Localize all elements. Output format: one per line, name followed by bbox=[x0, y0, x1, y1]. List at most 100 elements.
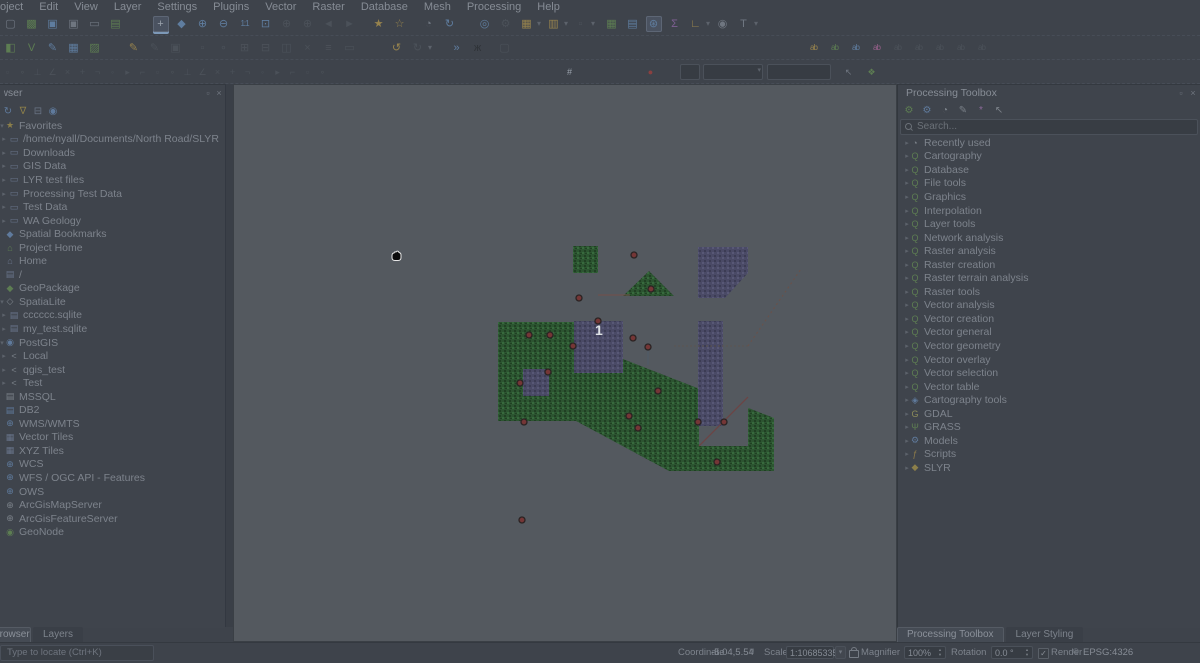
browser-item-downloads[interactable]: ▸▭Downloads bbox=[0, 146, 222, 160]
map-tips-icon[interactable]: ◉ bbox=[715, 16, 731, 32]
vertex-tool-icon[interactable]: ⊞ bbox=[237, 40, 253, 56]
browser-item-cccccc-sqlite[interactable]: ▸▤cccccc.sqlite bbox=[0, 309, 222, 323]
toolbox-item-vector-analysis[interactable]: ▸QVector analysis bbox=[898, 299, 1198, 313]
text-annotation-icon[interactable]: T bbox=[736, 16, 752, 32]
open-attribute-table-icon[interactable]: ▦ bbox=[604, 16, 620, 32]
data-source-manager-icon[interactable]: ◧ bbox=[3, 40, 19, 56]
browser-item-xyz-tiles[interactable]: ▦XYZ Tiles bbox=[0, 444, 222, 458]
paste-features-icon[interactable]: ▭ bbox=[342, 40, 358, 56]
expand-arrow-icon[interactable]: ▸ bbox=[0, 176, 8, 184]
scale-combo[interactable]: 1:10685335 bbox=[786, 646, 834, 659]
add-feature-icon[interactable]: ▫ bbox=[195, 40, 211, 56]
magnifier-spinbox[interactable]: 100% ▴▾ bbox=[904, 646, 946, 659]
measure-icon[interactable]: ∟ bbox=[688, 16, 704, 32]
browser-item-processing-test-data[interactable]: ▸▭Processing Test Data bbox=[0, 187, 222, 201]
expand-arrow-icon[interactable]: ▸ bbox=[0, 162, 8, 170]
browser-item-qgis-test[interactable]: ▸<qgis_test bbox=[0, 363, 222, 377]
new-project-icon[interactable]: ▢ bbox=[3, 16, 19, 32]
lock-scale-icon[interactable] bbox=[849, 650, 859, 658]
annotation-extra2-icon[interactable]: ∘ bbox=[317, 64, 329, 80]
browser-item-spatialite[interactable]: ▾◇SpatiaLite bbox=[0, 295, 222, 309]
run-feature-action-icon[interactable]: ⚙ bbox=[498, 16, 514, 32]
new-geopackage-layer-icon[interactable]: ✎ bbox=[45, 40, 61, 56]
toolbox-item-vector-selection[interactable]: ▸QVector selection bbox=[898, 366, 1198, 380]
highlight-labels-icon[interactable]: ab bbox=[869, 40, 885, 56]
callout-label-icon[interactable]: ab bbox=[974, 40, 990, 56]
digitize-z-icon[interactable]: ⊥ bbox=[182, 64, 194, 80]
browser-item-project-home[interactable]: ⌂Project Home bbox=[0, 241, 222, 255]
zoom-last-icon[interactable]: ◄ bbox=[321, 16, 337, 32]
zoom-native-icon[interactable]: 1:1 bbox=[237, 16, 253, 32]
plugin-colorful-icon[interactable]: ❖ bbox=[866, 64, 878, 80]
add-vector-layer-icon[interactable]: V bbox=[24, 40, 40, 56]
toolbox-item-network-analysis[interactable]: ▸QNetwork analysis bbox=[898, 231, 1198, 245]
browser-item-my-test-sqlite[interactable]: ▸▤my_test.sqlite bbox=[0, 322, 222, 336]
select-by-value-dropdown[interactable]: ▾ bbox=[562, 16, 570, 32]
expand-arrow-icon[interactable]: ▸ bbox=[0, 311, 8, 319]
toolbox-float-icon[interactable]: ▫ bbox=[1176, 88, 1186, 98]
zoom-next-icon[interactable]: ► bbox=[342, 16, 358, 32]
cad-parallel-icon[interactable]: ⊥ bbox=[32, 64, 44, 80]
select-by-value-icon[interactable]: ▥ bbox=[546, 16, 562, 32]
undo-dropdown[interactable]: ▾ bbox=[426, 40, 434, 56]
tab-browser[interactable]: Browser bbox=[0, 627, 31, 642]
toolbox-models-icon[interactable]: ⚙ bbox=[921, 105, 933, 117]
browser-filter-icon[interactable]: ∇ bbox=[17, 106, 29, 118]
toolbox-item-layer-tools[interactable]: ▸QLayer tools bbox=[898, 217, 1198, 231]
deselect-dropdown[interactable]: ▾ bbox=[589, 16, 597, 32]
mouse-position-icon[interactable]: ¤ bbox=[749, 646, 755, 657]
pan-map-icon[interactable]: + bbox=[153, 16, 169, 32]
save-project-as-icon[interactable]: ▣ bbox=[66, 16, 82, 32]
toolbox-item-scripts[interactable]: ▸ƒScripts bbox=[898, 448, 1198, 462]
toolbox-item-vector-general[interactable]: ▸QVector general bbox=[898, 326, 1198, 340]
temporal-controller-icon[interactable]: ◔ bbox=[421, 16, 437, 32]
expand-arrow-icon[interactable]: ▸ bbox=[0, 149, 8, 157]
toolbox-item-raster-terrain-analysis[interactable]: ▸QRaster terrain analysis bbox=[898, 271, 1198, 285]
toolbox-search-input[interactable]: Search... bbox=[900, 119, 1198, 135]
toolbox-results-icon[interactable]: * bbox=[975, 105, 987, 117]
coordinate-value[interactable]: -5.04,5.54 bbox=[711, 647, 754, 658]
toolbox-close-icon[interactable]: × bbox=[1188, 88, 1198, 98]
render-checkbox[interactable]: ✓ bbox=[1038, 648, 1049, 659]
toolbox-locate-icon[interactable]: ↖ bbox=[993, 105, 1005, 117]
tab-layers[interactable]: Layers bbox=[33, 627, 83, 642]
scale-dropdown-icon[interactable]: ▾ bbox=[835, 646, 846, 659]
browser-float-icon[interactable]: ▫ bbox=[203, 88, 213, 98]
toolbox-item-recently-used[interactable]: ▸◔Recently used bbox=[898, 136, 1198, 150]
regular-polygon-icon[interactable]: ⌐ bbox=[287, 64, 299, 80]
browser-item-vector-tiles[interactable]: ▦Vector Tiles bbox=[0, 431, 222, 445]
pin-labels-icon[interactable]: ab bbox=[848, 40, 864, 56]
annotation-extra-icon[interactable]: ▫ bbox=[302, 64, 314, 80]
browser-refresh-icon[interactable]: ↻ bbox=[2, 106, 14, 118]
redo-icon[interactable]: ↻ bbox=[410, 40, 426, 56]
circle-3p-icon[interactable]: ¬ bbox=[242, 64, 254, 80]
tab-layer-styling[interactable]: Layer Styling bbox=[1006, 627, 1084, 642]
tool-value-input[interactable] bbox=[767, 64, 831, 80]
attribute-table-dock-icon[interactable]: ▤ bbox=[625, 16, 641, 32]
spinner-arrows-icon[interactable]: ▴▾ bbox=[1023, 647, 1031, 657]
tab-processing-toolbox[interactable]: Processing Toolbox bbox=[897, 627, 1004, 642]
expand-arrow-icon[interactable]: ▸ bbox=[0, 379, 8, 387]
layer-labeling-icon[interactable]: ab bbox=[806, 40, 822, 56]
zoom-to-selection-icon[interactable]: ⊕ bbox=[279, 16, 295, 32]
pointer-capture-icon[interactable]: ↖ bbox=[843, 64, 855, 80]
browser-item-arcgismapserver[interactable]: ⊕ArcGisMapServer bbox=[0, 498, 222, 512]
browser-item-wms-wmts[interactable]: ⊕WMS/WMTS bbox=[0, 417, 222, 431]
crs-value[interactable]: EPSG:4326 bbox=[1083, 647, 1133, 658]
browser-item-home[interactable]: ⌂Home bbox=[0, 254, 222, 268]
browser-item-mssql[interactable]: ▤MSSQL bbox=[0, 390, 222, 404]
browser-item-geonode[interactable]: ◉GeoNode bbox=[0, 525, 222, 539]
toolbox-item-file-tools[interactable]: ▸QFile tools bbox=[898, 177, 1198, 191]
tool-mini-combo[interactable] bbox=[680, 64, 700, 80]
browser-item-db2[interactable]: ▤DB2 bbox=[0, 403, 222, 417]
range-select-icon[interactable]: ∠ bbox=[197, 64, 209, 80]
copy-features-icon[interactable]: ≡ bbox=[321, 40, 337, 56]
browser-item-home-nyall-documents-north-road-slyr[interactable]: ▸▭/home/nyall/Documents/North Road/SLYR bbox=[0, 133, 222, 147]
browser-item-wa-geology[interactable]: ▸▭WA Geology bbox=[0, 214, 222, 228]
expand-arrow-icon[interactable]: ▸ bbox=[0, 325, 8, 333]
save-edits-icon[interactable]: ▣ bbox=[168, 40, 184, 56]
browser-collapse-icon[interactable]: ⊟ bbox=[32, 106, 44, 118]
rectangle-icon[interactable]: ▸ bbox=[272, 64, 284, 80]
modify-attributes-icon[interactable]: ⊟ bbox=[258, 40, 274, 56]
snap-tolerance-icon[interactable]: ⌐ bbox=[137, 64, 149, 80]
